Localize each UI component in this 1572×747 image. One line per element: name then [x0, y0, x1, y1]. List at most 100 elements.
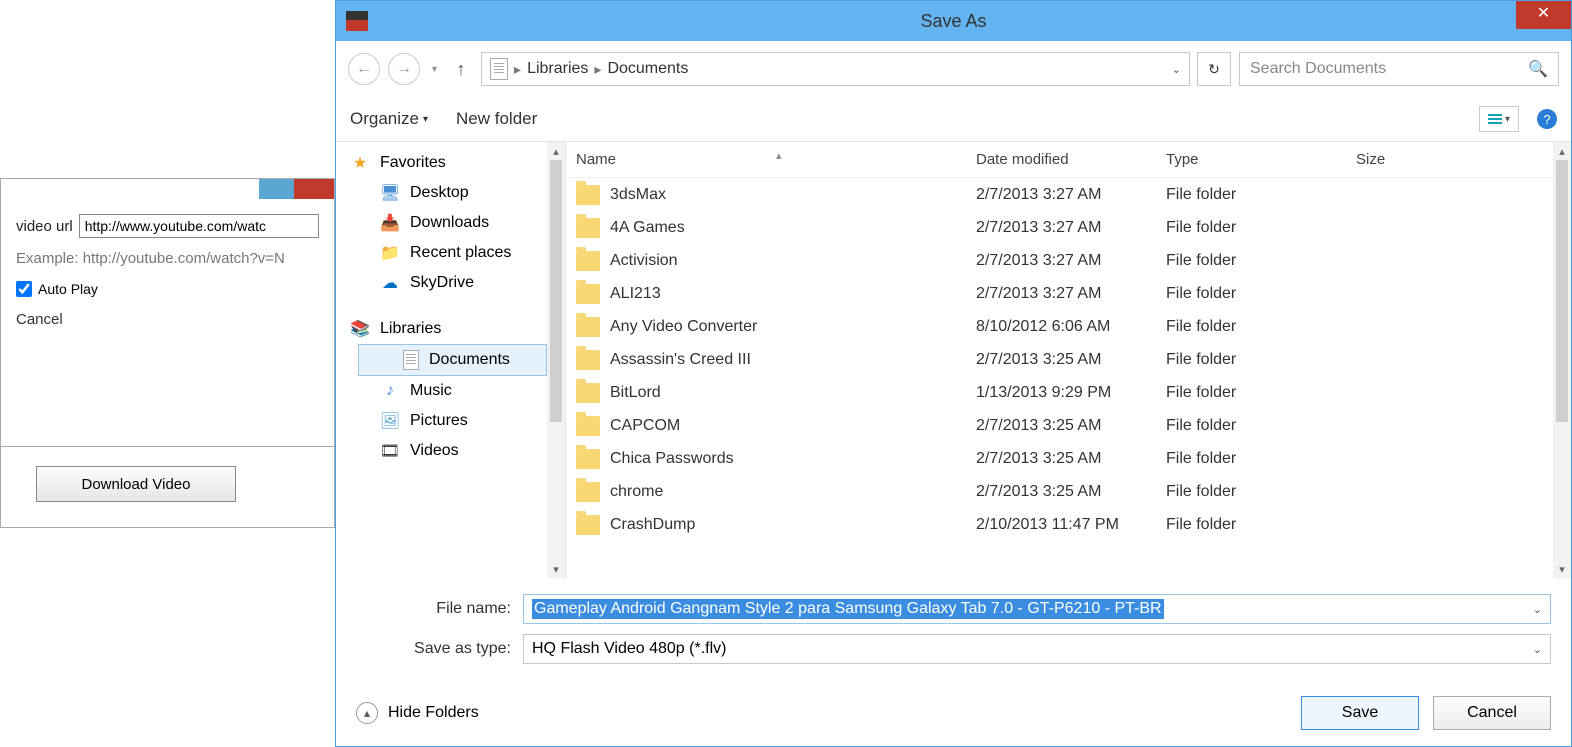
- autoplay-checkbox[interactable]: [16, 281, 32, 297]
- file-type: File folder: [1166, 516, 1356, 534]
- file-date: 2/10/2013 11:47 PM: [976, 516, 1166, 534]
- save-button[interactable]: Save: [1301, 696, 1419, 730]
- scroll-thumb[interactable]: [550, 160, 562, 422]
- sidebar-scrollbar[interactable]: ▴ ▾: [547, 142, 565, 578]
- chevron-down-icon[interactable]: ⌄: [1533, 603, 1542, 616]
- history-dropdown[interactable]: ▾: [428, 64, 441, 75]
- file-name: Assassin's Creed III: [610, 351, 751, 369]
- parent-window: video url Example: http://youtube.com/wa…: [0, 178, 335, 528]
- refresh-button[interactable]: ↻: [1197, 52, 1231, 86]
- file-name: CrashDump: [610, 516, 695, 534]
- file-row[interactable]: Any Video Converter8/10/2012 6:06 AMFile…: [566, 310, 1571, 343]
- organize-label: Organize: [350, 109, 419, 129]
- back-button[interactable]: ←: [348, 53, 380, 85]
- hide-folders-button[interactable]: ▴ Hide Folders: [356, 702, 479, 724]
- sidebar-videos[interactable]: 🎞Videos: [336, 436, 565, 466]
- file-row[interactable]: Activision2/7/2013 3:27 AMFile folder: [566, 244, 1571, 277]
- sidebar-recent[interactable]: 📁Recent places: [336, 238, 565, 268]
- file-type: File folder: [1166, 186, 1356, 204]
- scroll-up-icon[interactable]: ▴: [1553, 142, 1571, 160]
- download-video-button[interactable]: Download Video: [36, 466, 236, 502]
- file-row[interactable]: 3dsMax2/7/2013 3:27 AMFile folder: [566, 178, 1571, 211]
- file-scrollbar[interactable]: ▴ ▾: [1553, 142, 1571, 578]
- view-options-button[interactable]: ▾: [1479, 106, 1519, 132]
- scroll-thumb[interactable]: [1556, 160, 1568, 422]
- organize-menu[interactable]: Organize ▾: [350, 109, 428, 129]
- file-row[interactable]: Assassin's Creed III2/7/2013 3:25 AMFile…: [566, 343, 1571, 376]
- sidebar-item-label: Desktop: [410, 184, 469, 202]
- sidebar-item-label: Favorites: [380, 154, 446, 172]
- input-area: File name: Gameplay Android Gangnam Styl…: [336, 578, 1571, 680]
- help-button[interactable]: ?: [1537, 109, 1557, 129]
- close-button[interactable]: ✕: [1516, 1, 1571, 29]
- file-name-input[interactable]: Gameplay Android Gangnam Style 2 para Sa…: [523, 594, 1551, 624]
- sidebar-desktop[interactable]: 🖥Desktop: [336, 178, 565, 208]
- column-size[interactable]: Size: [1356, 151, 1456, 168]
- sidebar-documents[interactable]: Documents: [358, 344, 547, 376]
- sidebar-favorites[interactable]: ★ Favorites: [336, 148, 565, 178]
- new-folder-button[interactable]: New folder: [456, 109, 537, 129]
- file-row[interactable]: ALI2132/7/2013 3:27 AMFile folder: [566, 277, 1571, 310]
- recent-icon: 📁: [380, 243, 400, 263]
- column-type[interactable]: Type: [1166, 151, 1356, 168]
- sidebar-downloads[interactable]: 📥Downloads: [336, 208, 565, 238]
- breadcrumb-documents[interactable]: Documents: [607, 60, 688, 78]
- scroll-down-icon[interactable]: ▾: [547, 560, 565, 578]
- sidebar-music[interactable]: ♪Music: [336, 376, 565, 406]
- chevron-down-icon[interactable]: ⌄: [1533, 643, 1542, 656]
- file-type: File folder: [1166, 417, 1356, 435]
- file-type-select[interactable]: HQ Flash Video 480p (*.flv) ⌄: [523, 634, 1551, 664]
- pictures-icon: 🖼: [380, 411, 400, 431]
- file-row[interactable]: chrome2/7/2013 3:25 AMFile folder: [566, 475, 1571, 508]
- scroll-up-icon[interactable]: ▴: [547, 142, 565, 160]
- address-dropdown-icon[interactable]: ⌄: [1172, 63, 1181, 76]
- file-name-value: Gameplay Android Gangnam Style 2 para Sa…: [532, 599, 1164, 619]
- search-input[interactable]: Search Documents 🔍: [1239, 52, 1559, 86]
- sidebar-item-label: Videos: [410, 442, 459, 460]
- sidebar-item-label: Pictures: [410, 412, 468, 430]
- column-name[interactable]: Name: [576, 151, 616, 168]
- sidebar-pictures[interactable]: 🖼 Pictures: [336, 406, 565, 436]
- file-row[interactable]: CrashDump 2/10/2013 11:47 PMFile folder: [566, 508, 1571, 541]
- folder-icon: [576, 251, 600, 271]
- parent-cancel-link[interactable]: Cancel: [16, 311, 319, 328]
- file-type: File folder: [1166, 351, 1356, 369]
- file-pane: Name ▴ Date modified Type Size 3dsMax2/7…: [566, 142, 1571, 578]
- dialog-title: Save As: [920, 11, 986, 32]
- example-text: Example: http://youtube.com/watch?v=N: [16, 250, 319, 267]
- parent-close-button[interactable]: [294, 179, 334, 199]
- folder-icon: [576, 416, 600, 436]
- scroll-down-icon[interactable]: ▾: [1553, 560, 1571, 578]
- sidebar-skydrive[interactable]: ☁SkyDrive: [336, 268, 565, 298]
- breadcrumb-libraries[interactable]: Libraries: [527, 60, 588, 78]
- toolbar: Organize ▾ New folder ▾ ?: [336, 97, 1571, 141]
- chevron-right-icon: ▸: [514, 61, 521, 78]
- cancel-button[interactable]: Cancel: [1433, 696, 1551, 730]
- file-name-label: File name:: [356, 600, 511, 618]
- content-area: ★ Favorites 🖥Desktop 📥Downloads 📁Recent p…: [336, 141, 1571, 578]
- file-type-label: Save as type:: [356, 640, 511, 658]
- folder-icon: [576, 482, 600, 502]
- file-row[interactable]: BitLord1/13/2013 9:29 PMFile folder: [566, 376, 1571, 409]
- video-url-input[interactable]: [79, 214, 319, 238]
- file-name: chrome: [610, 483, 663, 501]
- column-date[interactable]: Date modified: [976, 151, 1166, 168]
- sidebar-libraries[interactable]: 📚Libraries: [336, 314, 565, 344]
- file-row[interactable]: Chica Passwords2/7/2013 3:25 AMFile fold…: [566, 442, 1571, 475]
- address-bar[interactable]: ▸ Libraries ▸ Documents ⌄: [481, 52, 1190, 86]
- search-icon: 🔍: [1528, 59, 1548, 79]
- file-row[interactable]: CAPCOM2/7/2013 3:25 AMFile folder: [566, 409, 1571, 442]
- file-row[interactable]: 4A Games2/7/2013 3:27 AMFile folder: [566, 211, 1571, 244]
- parent-titlebar: [1, 179, 334, 199]
- file-name: Activision: [610, 252, 678, 270]
- file-date: 2/7/2013 3:27 AM: [976, 219, 1166, 237]
- parent-minimize-button[interactable]: [259, 179, 294, 199]
- folder-icon: [576, 449, 600, 469]
- forward-button[interactable]: →: [388, 53, 420, 85]
- file-date: 1/13/2013 9:29 PM: [976, 384, 1166, 402]
- up-button[interactable]: ↑: [449, 57, 473, 81]
- star-icon: ★: [350, 153, 370, 173]
- file-date: 2/7/2013 3:27 AM: [976, 285, 1166, 303]
- nav-bar: ← → ▾ ↑ ▸ Libraries ▸ Documents ⌄ ↻ Sear…: [336, 41, 1571, 97]
- dialog-footer: ▴ Hide Folders Save Cancel: [336, 680, 1571, 746]
